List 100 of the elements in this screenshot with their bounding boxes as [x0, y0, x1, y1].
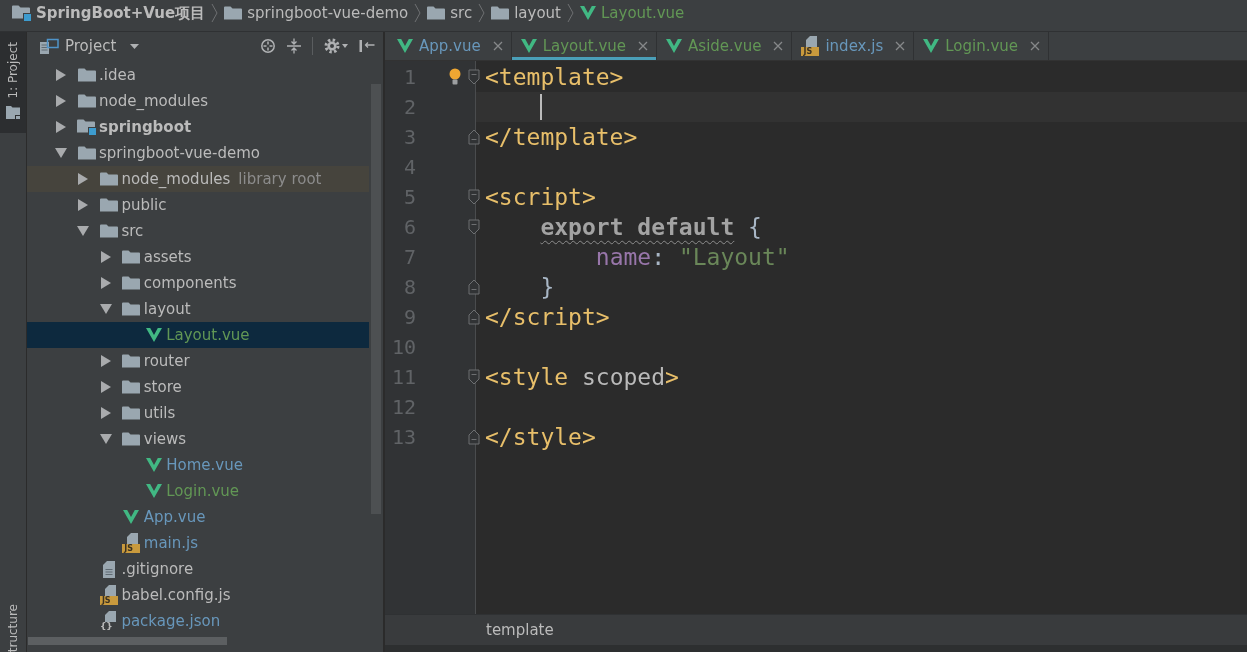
tool-window-tab[interactable]: 1: Project	[0, 32, 26, 133]
tree-item-label[interactable]: package.json	[121, 612, 221, 630]
code-line: </style>	[485, 423, 596, 452]
tree-item-label[interactable]: node_modules	[121, 170, 231, 188]
breadcrumb-item[interactable]: Layout.vue	[579, 3, 685, 22]
folder-icon	[491, 5, 510, 20]
tree-item-label[interactable]: views	[143, 430, 187, 448]
folder-icon	[77, 94, 96, 108]
arrow-right-icon[interactable]	[56, 121, 66, 133]
breadcrumb-item[interactable]: layout	[491, 3, 561, 22]
horizontal-scrollbar[interactable]	[28, 637, 227, 645]
project-view-icon	[40, 38, 59, 54]
arrow-right-icon[interactable]	[100, 381, 111, 393]
tree-item-label[interactable]: store	[143, 378, 182, 396]
arrow-down-icon[interactable]	[77, 226, 90, 236]
v-logo-icon	[666, 39, 683, 53]
tree-item-note: library root	[238, 170, 322, 188]
hide-panel-icon[interactable]	[359, 39, 375, 53]
folder-icon	[99, 172, 118, 186]
fold-marker-icon[interactable]	[468, 309, 480, 325]
chevron-right-icon	[566, 2, 574, 23]
dropdown-caret-icon[interactable]	[342, 44, 348, 48]
fold-marker-icon[interactable]	[468, 369, 480, 385]
tree-item-label[interactable]: layout	[143, 300, 191, 318]
chevron-right-icon	[478, 2, 486, 23]
close-icon[interactable]	[773, 41, 784, 51]
fold-marker-icon[interactable]	[468, 189, 480, 205]
fold-marker-icon[interactable]	[468, 279, 480, 295]
tree-item-label[interactable]: Layout.vue	[166, 326, 250, 344]
dropdown-caret-icon[interactable]	[130, 43, 140, 49]
arrow-down-icon[interactable]	[99, 304, 112, 314]
arrow-right-icon[interactable]	[100, 407, 111, 419]
tree-item-label[interactable]: Login.vue	[166, 482, 240, 500]
folder-icon	[427, 5, 446, 20]
file-type-badge: JS	[122, 544, 141, 553]
arrow-right-icon[interactable]	[78, 199, 89, 211]
fold-marker-icon[interactable]	[468, 429, 480, 445]
editor-tab[interactable]: JS index.js	[792, 32, 915, 60]
highlighted-row[interactable]: node_modules library root	[27, 166, 369, 192]
arrow-right-icon[interactable]	[78, 173, 89, 185]
tree-item-label[interactable]: components	[143, 274, 237, 292]
tree-item-label[interactable]: assets	[143, 248, 192, 266]
tree-item-label[interactable]: router	[143, 352, 190, 370]
folder-icon	[122, 406, 141, 420]
tree-item-label[interactable]: .idea	[99, 66, 136, 84]
tree-item-label[interactable]: springboot	[99, 118, 192, 136]
folder-icon	[122, 250, 141, 264]
panel-title[interactable]: Project	[65, 37, 117, 55]
arrow-right-icon[interactable]	[100, 355, 111, 367]
tree-item-label[interactable]: public	[121, 196, 167, 214]
folder-icon	[122, 432, 141, 446]
file-icon	[104, 585, 116, 596]
selected-row[interactable]: Layout.vue	[27, 322, 369, 348]
tree-item-label[interactable]: .gitignore	[121, 560, 194, 578]
file-icon	[806, 36, 818, 47]
tree-item-label[interactable]: main.js	[143, 534, 199, 552]
tree-item-label[interactable]: babel.config.js	[121, 586, 231, 604]
file-type-badge: JS	[801, 47, 820, 56]
editor-tab[interactable]: Aside.vue	[657, 32, 793, 60]
code-line: }	[540, 273, 555, 302]
file-type-text: {}	[99, 621, 113, 631]
folder-icon	[77, 119, 96, 135]
v-logo-icon	[397, 39, 413, 53]
tree-item-label[interactable]: Home.vue	[166, 456, 243, 474]
folder-icon	[12, 4, 31, 21]
arrow-right-icon[interactable]	[100, 277, 111, 289]
fold-marker-icon[interactable]	[468, 69, 480, 85]
editor-tab[interactable]: Layout.vue	[511, 32, 658, 60]
arrow-right-icon[interactable]	[100, 251, 111, 263]
breadcrumb-item[interactable]: src	[427, 3, 473, 22]
tree-item-label[interactable]: node_modules	[99, 92, 208, 110]
code-line: name: "Layout"	[595, 243, 790, 272]
fold-marker-icon[interactable]	[468, 129, 480, 145]
folder-icon	[6, 104, 20, 119]
collapse-all-icon[interactable]	[287, 38, 301, 54]
folder-icon	[122, 354, 141, 368]
breadcrumb-item[interactable]: springboot-vue-demo	[224, 3, 409, 22]
arrow-down-icon[interactable]	[99, 434, 112, 444]
folder-icon	[122, 380, 141, 394]
tree-item-label[interactable]: src	[121, 222, 144, 240]
breadcrumb-item[interactable]: SpringBoot+Vue项目	[12, 3, 206, 22]
tree-item-label[interactable]: App.vue	[143, 508, 206, 526]
folder-icon	[122, 276, 141, 290]
close-icon[interactable]	[895, 41, 906, 51]
tree-item-label[interactable]: springboot-vue-demo	[99, 144, 261, 162]
editor-tab[interactable]: App.vue	[388, 32, 512, 60]
tree-item-label[interactable]: utils	[143, 404, 176, 422]
close-icon[interactable]	[638, 41, 649, 51]
arrow-right-icon[interactable]	[56, 69, 66, 81]
tool-window-tab[interactable]: tructure	[0, 599, 26, 652]
breadcrumb-item[interactable]: template	[486, 621, 554, 639]
editor-tab[interactable]: Login.vue	[914, 32, 1050, 60]
arrow-right-icon[interactable]	[56, 95, 66, 107]
fold-marker-icon[interactable]	[468, 219, 480, 235]
gear-icon[interactable]	[324, 38, 340, 54]
arrow-down-icon[interactable]	[55, 148, 67, 158]
close-icon[interactable]	[492, 41, 503, 51]
lightbulb-icon[interactable]	[449, 68, 461, 85]
crosshair-icon[interactable]	[260, 38, 276, 54]
close-icon[interactable]	[1030, 41, 1041, 51]
